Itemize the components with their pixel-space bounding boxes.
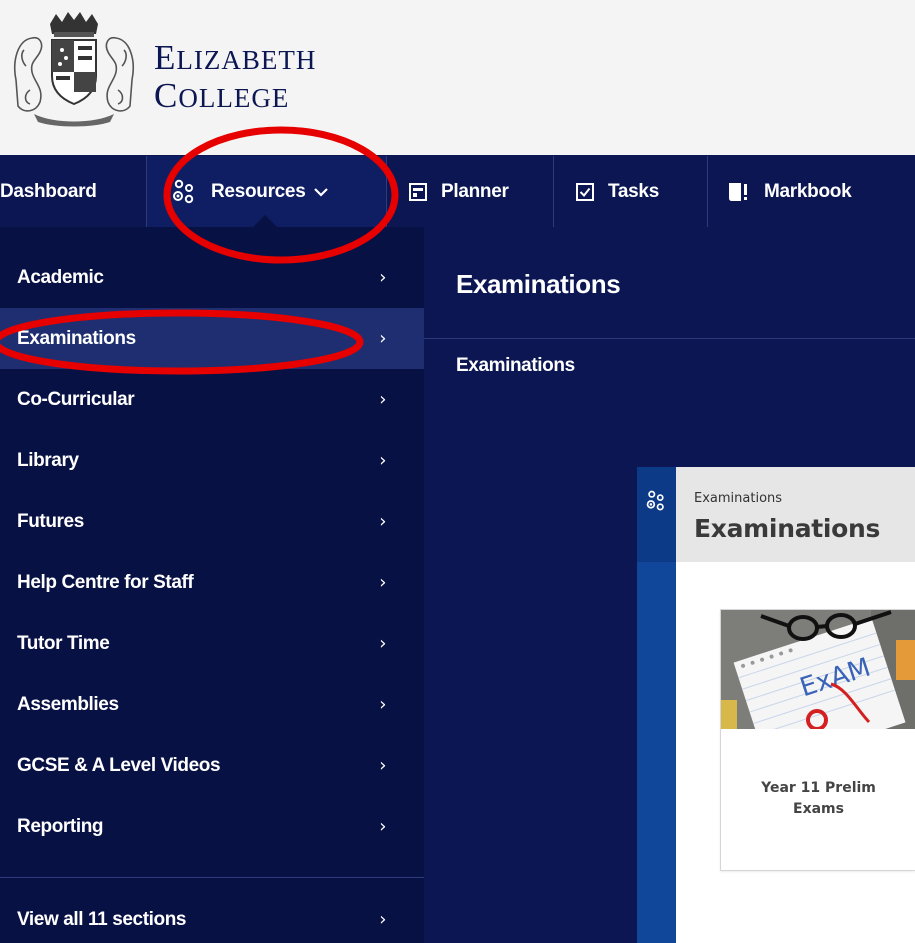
chevron-right-icon: ›: [379, 572, 386, 593]
chevron-right-icon: ›: [379, 694, 386, 715]
chevron-down-icon: [313, 186, 329, 198]
brand-line2-cap: C: [154, 76, 179, 115]
chevron-right-icon: ›: [379, 909, 386, 930]
menu-item-label: Co-Curricular: [17, 388, 135, 410]
resources-dropdown: Academic › Examinations › Co-Curricular › L…: [0, 227, 424, 943]
college-crest-logo[interactable]: [10, 10, 138, 128]
nav-tasks-label: Tasks: [608, 181, 659, 202]
chevron-right-icon: ›: [379, 633, 386, 654]
preview-page-title: Examinations: [694, 514, 881, 543]
chevron-right-icon: ›: [379, 389, 386, 410]
menu-item-label: View all 11 sections: [17, 908, 187, 930]
menu-item-label: Reporting: [17, 815, 104, 837]
chevron-right-icon: ›: [379, 511, 386, 532]
chevron-right-icon: ›: [379, 328, 386, 349]
exam-card-image: ExAM: [721, 610, 915, 729]
nav-tasks[interactable]: Tasks: [554, 156, 708, 228]
menu-item-label: Examinations: [17, 327, 136, 349]
main-nav: Dashboard Resources Planner Tasks Markbo…: [0, 155, 915, 228]
resources-icon: [171, 179, 197, 205]
site-header: ELIZABETH COLLEGE: [0, 0, 915, 155]
menu-item-view-all[interactable]: View all 11 sections ›: [0, 889, 424, 943]
exam-card-title: Year 11 Prelim Exams: [721, 778, 915, 820]
nav-markbook-label: Markbook: [764, 181, 852, 202]
menu-item-label: Tutor Time: [17, 632, 110, 654]
nav-dashboard[interactable]: Dashboard: [0, 156, 147, 228]
chevron-right-icon: ›: [379, 267, 386, 288]
menu-item-futures[interactable]: Futures ›: [0, 491, 424, 552]
exam-card-title-line1: Year 11 Prelim: [761, 780, 876, 796]
exam-card-title-line2: Exams: [793, 801, 844, 817]
menu-item-tutor-time[interactable]: Tutor Time ›: [0, 613, 424, 674]
brand-line1-rest: LIZABETH: [176, 45, 317, 75]
preview-breadcrumb[interactable]: Examinations: [694, 491, 782, 506]
menu-item-label: Assemblies: [17, 693, 119, 715]
college-name: ELIZABETH COLLEGE: [154, 40, 316, 116]
menu-item-reporting[interactable]: Reporting ›: [0, 796, 424, 857]
preview-strip-top: [637, 467, 676, 562]
menu-divider: [0, 877, 424, 878]
chevron-right-icon: ›: [379, 816, 386, 837]
menu-item-academic[interactable]: Academic ›: [0, 247, 424, 308]
menu-item-label: GCSE & A Level Videos: [17, 754, 221, 776]
resources-icon: [646, 490, 664, 511]
chevron-right-icon: ›: [379, 755, 386, 776]
nav-resources-label: Resources: [211, 181, 306, 202]
examinations-page-preview: Examinations Examinations ExAM Year 11 P…: [637, 467, 915, 943]
menu-item-help-centre[interactable]: Help Centre for Staff ›: [0, 552, 424, 613]
submenu-link-examinations[interactable]: Examinations: [456, 355, 575, 377]
markbook-icon: [728, 182, 750, 202]
chevron-right-icon: ›: [379, 450, 386, 471]
menu-item-examinations[interactable]: Examinations ›: [0, 308, 424, 369]
menu-item-label: Help Centre for Staff: [17, 571, 194, 593]
preview-header: Examinations Examinations: [676, 467, 915, 562]
menu-item-gcse-videos[interactable]: GCSE & A Level Videos ›: [0, 735, 424, 796]
menu-item-co-curricular[interactable]: Co-Curricular ›: [0, 369, 424, 430]
exam-card-year11-prelim[interactable]: ExAM Year 11 Prelim Exams: [720, 609, 915, 871]
menu-item-assemblies[interactable]: Assemblies ›: [0, 674, 424, 735]
brand-line1-cap: E: [154, 38, 177, 77]
menu-item-label: Academic: [17, 266, 104, 288]
nav-planner[interactable]: Planner: [387, 156, 554, 228]
brand-line2-rest: OLLEGE: [178, 83, 290, 113]
menu-item-library[interactable]: Library ›: [0, 430, 424, 491]
menu-item-label: Library: [17, 449, 79, 471]
submenu-divider: [424, 338, 915, 339]
submenu-title: Examinations: [456, 269, 621, 299]
nav-markbook[interactable]: Markbook: [708, 156, 915, 228]
nav-dashboard-label: Dashboard: [0, 181, 97, 202]
nav-planner-label: Planner: [441, 181, 509, 202]
checkbox-icon: [576, 183, 594, 201]
planner-icon: [409, 183, 427, 201]
menu-item-label: Futures: [17, 510, 84, 532]
